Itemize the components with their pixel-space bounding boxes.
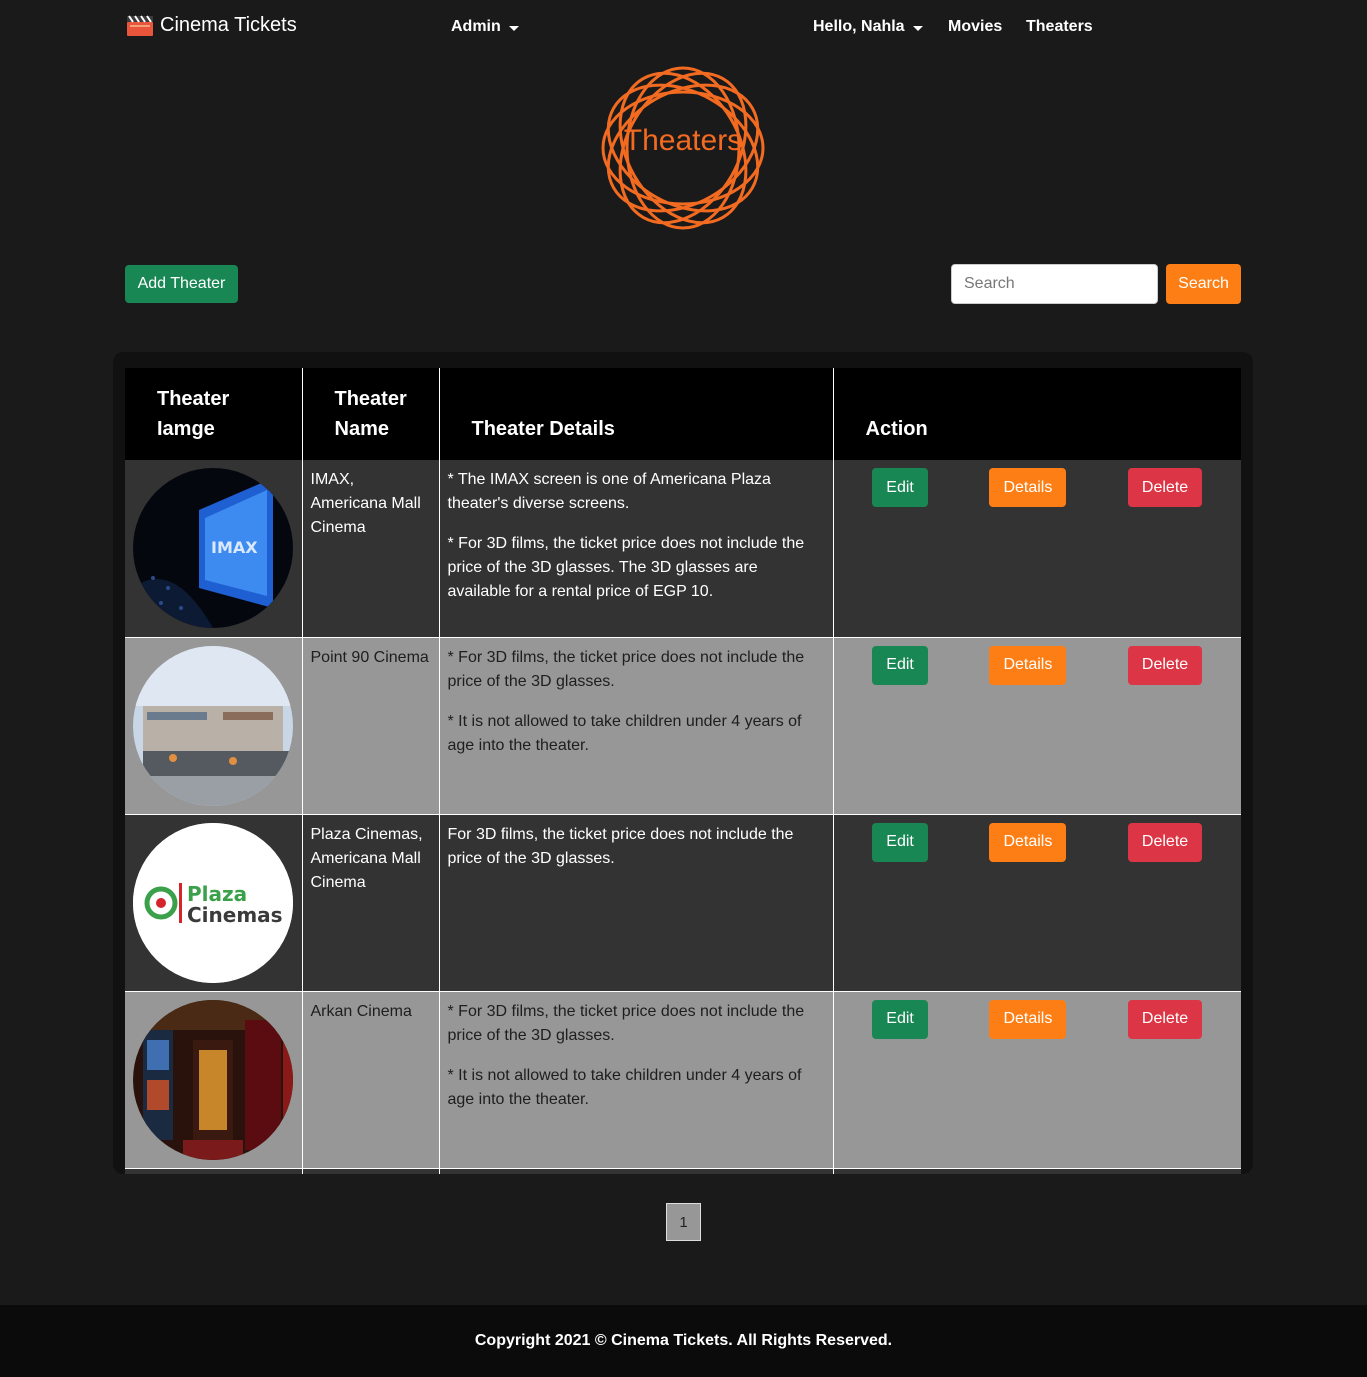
- delete-button[interactable]: Delete: [1127, 645, 1203, 685]
- user-greeting: Hello, Nahla: [813, 18, 905, 35]
- theater-name: Arkan Cinema: [302, 991, 440, 1169]
- edit-button[interactable]: Edit: [872, 468, 928, 507]
- theater-details: * For 3D films, the ticket price does no…: [439, 991, 834, 1169]
- table-row: Point 90 Cinema * For 3D films, the tick…: [125, 637, 1241, 815]
- admin-label: Admin: [451, 18, 501, 35]
- details-button[interactable]: Details: [989, 645, 1067, 685]
- footer: Copyright 2021 © Cinema Tickets. All Rig…: [0, 1305, 1367, 1377]
- theater-name: Point 90 Cinema: [302, 637, 440, 815]
- admin-dropdown[interactable]: Admin: [451, 18, 519, 36]
- table-row: [125, 1168, 1241, 1174]
- nav-theaters-label: Theaters: [1026, 18, 1093, 35]
- chevron-down-icon: [508, 25, 519, 31]
- edit-button[interactable]: Edit: [872, 999, 928, 1039]
- header-theater-image: Theater Iamge: [125, 368, 303, 460]
- add-theater-button[interactable]: Add Theater: [125, 265, 238, 303]
- edit-button[interactable]: Edit: [872, 645, 928, 685]
- copyright-text: Copyright 2021 © Cinema Tickets. All Rig…: [474, 1332, 893, 1349]
- action-cell: Edit Details Delete: [833, 460, 1241, 638]
- clapperboard-icon: [126, 14, 154, 37]
- theater-name: [302, 1168, 440, 1174]
- action-cell: Edit Details Delete: [833, 814, 1241, 992]
- delete-button[interactable]: Delete: [1127, 999, 1203, 1039]
- search-button[interactable]: Search: [1166, 264, 1241, 304]
- table-scroll[interactable]: Theater Iamge Theater Name Theater Details…: [125, 368, 1241, 1174]
- nav-movies[interactable]: Movies: [948, 18, 1002, 36]
- header-theater-details: Theater Details: [439, 368, 834, 460]
- image-cell: [125, 991, 303, 1169]
- table-row: Plaza Cinemas Plaza Cinemas, Americana M…: [125, 814, 1241, 992]
- image-cell: Plaza Cinemas: [125, 814, 303, 992]
- svg-text:IMAX: IMAX: [211, 538, 258, 557]
- details-button[interactable]: Details: [989, 999, 1067, 1039]
- theater-image: [133, 645, 293, 806]
- nav-theaters[interactable]: Theaters: [1026, 18, 1093, 36]
- search-input[interactable]: [951, 264, 1158, 304]
- details-button[interactable]: Details: [989, 822, 1067, 862]
- header-theater-name: Theater Name: [302, 368, 440, 460]
- edit-button[interactable]: Edit: [872, 822, 928, 862]
- theater-image: [133, 999, 293, 1160]
- image-cell: IMAX: [125, 460, 303, 638]
- details-button[interactable]: Details: [989, 468, 1067, 507]
- pagination-page-1[interactable]: 1: [666, 1203, 701, 1241]
- table-row: IMAX IMAX, Americana Mall Cinema * The I…: [125, 460, 1241, 638]
- theater-image: IMAX: [133, 468, 293, 628]
- table-header-row: Theater Iamge Theater Name Theater Details…: [125, 368, 1241, 460]
- action-cell: Edit Details Delete: [833, 637, 1241, 815]
- theaters-table-card: Theater Iamge Theater Name Theater Details…: [113, 352, 1253, 1174]
- theater-details: For 3D films, the ticket price does not …: [439, 814, 834, 992]
- brand-name: Cinema Tickets: [160, 14, 297, 36]
- image-cell: [125, 1168, 303, 1174]
- brand-link[interactable]: Cinema Tickets: [126, 14, 297, 37]
- theater-details: * For 3D films, the ticket price does no…: [439, 637, 834, 815]
- theater-image: Plaza Cinemas: [133, 822, 293, 983]
- action-cell: [833, 1168, 1241, 1174]
- theater-details: [439, 1168, 834, 1174]
- nav-movies-label: Movies: [948, 18, 1003, 35]
- theater-details: * The IMAX screen is one of Americana Pl…: [439, 460, 834, 638]
- action-cell: Edit Details Delete: [833, 991, 1241, 1169]
- theater-name: Plaza Cinemas, Americana Mall Cinema: [302, 814, 440, 992]
- logo-title: Theaters: [623, 124, 743, 157]
- theater-name: IMAX, Americana Mall Cinema: [302, 460, 440, 638]
- theaters-table: Theater Iamge Theater Name Theater Details…: [125, 368, 1241, 1174]
- image-cell: [125, 637, 303, 815]
- chevron-down-icon: [912, 25, 923, 31]
- navbar: Cinema Tickets Admin Hello, Nahla Movies…: [0, 0, 1367, 56]
- theaters-logo: Theaters: [598, 64, 768, 232]
- svg-text:Cinemas: Cinemas: [187, 903, 283, 927]
- table-row: Arkan Cinema * For 3D films, the ticket …: [125, 991, 1241, 1169]
- delete-button[interactable]: Delete: [1127, 822, 1203, 862]
- user-dropdown[interactable]: Hello, Nahla: [813, 18, 923, 36]
- header-action: Action: [833, 368, 1241, 460]
- delete-button[interactable]: Delete: [1127, 468, 1203, 507]
